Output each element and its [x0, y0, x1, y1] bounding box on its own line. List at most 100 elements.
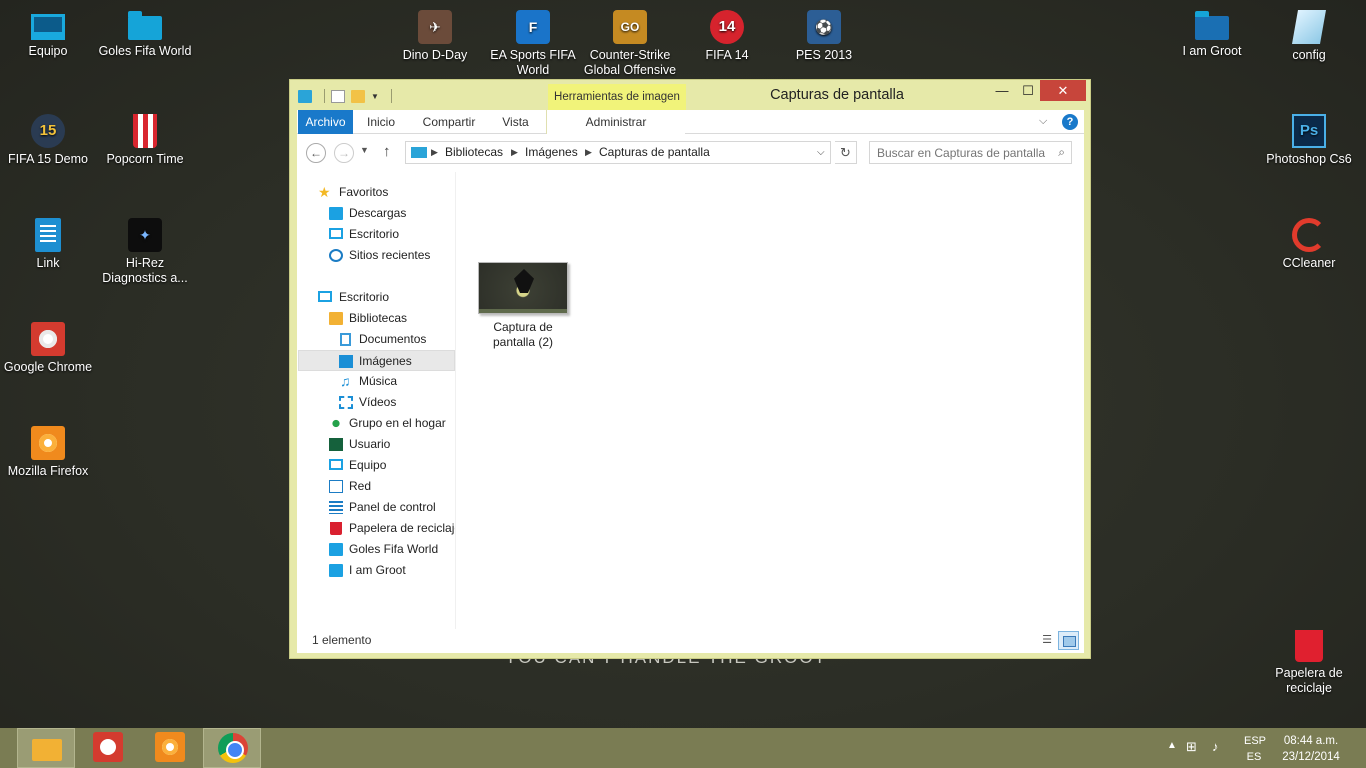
taskbar-firefox[interactable]: [141, 728, 199, 768]
desktop-icon-fifa15[interactable]: 15 FIFA 15 Demo: [0, 108, 96, 167]
desktop-icon-mozilla-firefox[interactable]: Mozilla Firefox: [0, 420, 96, 479]
nav-item-usuario[interactable]: Usuario: [298, 434, 455, 455]
taskbar-chrome-app[interactable]: [79, 728, 137, 768]
desktop-icon-recycle-bin[interactable]: Papelera de reciclaje: [1261, 624, 1357, 696]
desktop-icon-label: Counter-Strike Global Offensive: [583, 48, 677, 77]
nav-item-descargas[interactable]: Descargas: [298, 203, 455, 224]
folder-icon: [329, 564, 343, 577]
search-icon[interactable]: ⌕: [1058, 145, 1065, 160]
desktop-icon-photoshop[interactable]: Ps Photoshop Cs6: [1261, 108, 1357, 167]
forward-button[interactable]: →: [334, 143, 354, 163]
customize-toolbar-button[interactable]: ▼: [371, 90, 379, 103]
chevron-right-icon[interactable]: ▶: [431, 142, 438, 163]
nav-item-musica[interactable]: ♫ Música: [298, 371, 455, 392]
desktop-icon-label: Popcorn Time: [106, 152, 184, 166]
desktop-icon-i-am-groot[interactable]: I am Groot: [1164, 4, 1260, 59]
nav-item-equipo[interactable]: Equipo: [298, 455, 455, 476]
file-item[interactable]: Captura de pantalla (2): [477, 262, 569, 350]
desktop-icon-label: Goles Fifa World: [98, 44, 192, 58]
up-button[interactable]: ↑: [383, 143, 391, 160]
desktop-icon-config[interactable]: config: [1261, 4, 1357, 63]
nav-item-imagenes[interactable]: Imágenes: [298, 350, 455, 371]
breadcrumb-imagenes[interactable]: Imágenes: [525, 142, 578, 163]
maximize-button[interactable]: ☐: [1015, 80, 1041, 101]
desktop-icon-label: Link: [36, 256, 60, 270]
nav-item-label: Escritorio: [349, 227, 400, 241]
desktop-icon-link[interactable]: Link: [0, 212, 96, 271]
desktop-icon-google-chrome[interactable]: Google Chrome: [0, 316, 96, 375]
recycle-bin-icon: [330, 522, 342, 535]
show-hidden-icons-button[interactable]: ▲: [1167, 740, 1177, 751]
desktop-icon-fifa14[interactable]: 14 FIFA 14: [679, 4, 775, 63]
tab-vista[interactable]: Vista: [493, 110, 538, 134]
nav-item-grupo-hogar[interactable]: Grupo en el hogar: [298, 413, 455, 434]
star-icon: ★: [318, 184, 331, 200]
nav-item-i-am-groot[interactable]: I am Groot: [298, 560, 455, 581]
desktop-icon-label: EA Sports FIFA World: [490, 48, 576, 77]
desktop-icon-pes2013[interactable]: ⚽ PES 2013: [776, 4, 872, 63]
desktop-icon-ccleaner[interactable]: CCleaner: [1261, 212, 1357, 271]
tab-archivo[interactable]: Archivo: [298, 110, 353, 134]
explorer-content: ← → ▼ ↑ ▶ Bibliotecas ▶ Imágenes ▶ Captu…: [297, 134, 1084, 653]
folder-icon: [128, 11, 162, 40]
chevron-right-icon[interactable]: ▶: [511, 142, 518, 163]
volume-icon[interactable]: ♪: [1212, 739, 1219, 754]
explorer-window: ▼ Herramientas de imagen Capturas de pan…: [289, 79, 1091, 659]
clock-date: 23/12/2014: [1282, 751, 1340, 763]
refresh-button[interactable]: ↻: [835, 141, 857, 164]
nav-item-sitios-recientes[interactable]: Sitios recientes: [298, 245, 455, 266]
chevron-down-icon[interactable]: ⌵: [817, 142, 825, 163]
nav-item-panel-control[interactable]: Panel de control: [298, 497, 455, 518]
nav-item-label: Música: [359, 374, 398, 388]
minimize-button[interactable]: —: [989, 80, 1015, 101]
folder-icon: [298, 89, 312, 103]
taskbar-chrome[interactable]: [203, 728, 261, 768]
address-bar[interactable]: ▶ Bibliotecas ▶ Imágenes ▶ Capturas de p…: [405, 141, 831, 164]
large-icons-view-button[interactable]: [1058, 631, 1079, 650]
close-button[interactable]: ✕: [1040, 80, 1086, 101]
nav-item-escritorio[interactable]: Escritorio: [298, 287, 455, 308]
nav-item-red[interactable]: Red: [298, 476, 455, 497]
input-language-button[interactable]: ESP ES: [1244, 733, 1266, 765]
desktop-icon-label: Papelera de reciclaje: [1275, 666, 1343, 695]
search-input[interactable]: [877, 142, 1052, 163]
tab-compartir[interactable]: Compartir: [412, 110, 486, 134]
nav-item-documentos[interactable]: Documentos: [298, 329, 455, 350]
search-box[interactable]: ⌕: [869, 141, 1072, 164]
taskbar: ▲ ⊞ ♪ ESP ES 08:44 a.m. 23/12/2014: [0, 728, 1366, 768]
nav-item-goles-fifa-world[interactable]: Goles Fifa World: [298, 539, 455, 560]
desktop-icon-hirez[interactable]: ✦ Hi-Rez Diagnostics a...: [97, 212, 193, 286]
nav-item-videos[interactable]: Vídeos: [298, 392, 455, 413]
desktop-icon-equipo[interactable]: Equipo: [0, 4, 96, 59]
help-icon[interactable]: ?: [1062, 114, 1078, 130]
breadcrumb-bibliotecas[interactable]: Bibliotecas: [445, 142, 503, 163]
title-bar[interactable]: ▼ Herramientas de imagen Capturas de pan…: [290, 80, 1090, 110]
chevron-right-icon[interactable]: ▶: [585, 142, 592, 163]
desktop-icon-csgo[interactable]: GO Counter-Strike Global Offensive: [582, 4, 678, 78]
expand-ribbon-icon[interactable]: ⌵: [1039, 110, 1055, 132]
network-icon[interactable]: ⊞: [1186, 739, 1197, 755]
navigation-pane: ★ Favoritos Descargas Escritorio Sitios …: [297, 172, 456, 629]
nav-item-label: Vídeos: [359, 395, 397, 409]
desktop-icon-goles-fifa-world[interactable]: Goles Fifa World: [97, 4, 193, 59]
recent-locations-button[interactable]: ▼: [360, 145, 369, 155]
nav-item-papelera[interactable]: Papelera de reciclaje: [298, 518, 455, 539]
clock[interactable]: 08:44 a.m. 23/12/2014: [1278, 733, 1344, 765]
music-icon: ♫: [340, 373, 351, 389]
desktop-icon-popcorn-time[interactable]: Popcorn Time: [97, 108, 193, 167]
properties-button[interactable]: [331, 89, 345, 103]
taskbar-file-explorer[interactable]: [17, 728, 75, 768]
breadcrumb-capturas[interactable]: Capturas de pantalla: [599, 142, 710, 163]
tab-administrar[interactable]: Administrar: [547, 110, 685, 134]
back-button[interactable]: ←: [306, 143, 326, 163]
status-bar: 1 elemento ☰: [297, 629, 1084, 653]
desktop-icon-dino-dday[interactable]: ✈ Dino D-Day: [387, 4, 483, 63]
nav-item-escritorio-fav[interactable]: Escritorio: [298, 224, 455, 245]
tab-inicio[interactable]: Inicio: [357, 110, 405, 134]
nav-item-bibliotecas[interactable]: Bibliotecas: [298, 308, 455, 329]
nav-item-favoritos[interactable]: ★ Favoritos: [298, 182, 455, 203]
details-view-button[interactable]: ☰: [1038, 632, 1056, 649]
new-folder-button[interactable]: [351, 89, 365, 103]
desktop-icon-ea-fifa-world[interactable]: F EA Sports FIFA World: [485, 4, 581, 78]
desktop-icon-label: FIFA 14: [705, 48, 749, 62]
